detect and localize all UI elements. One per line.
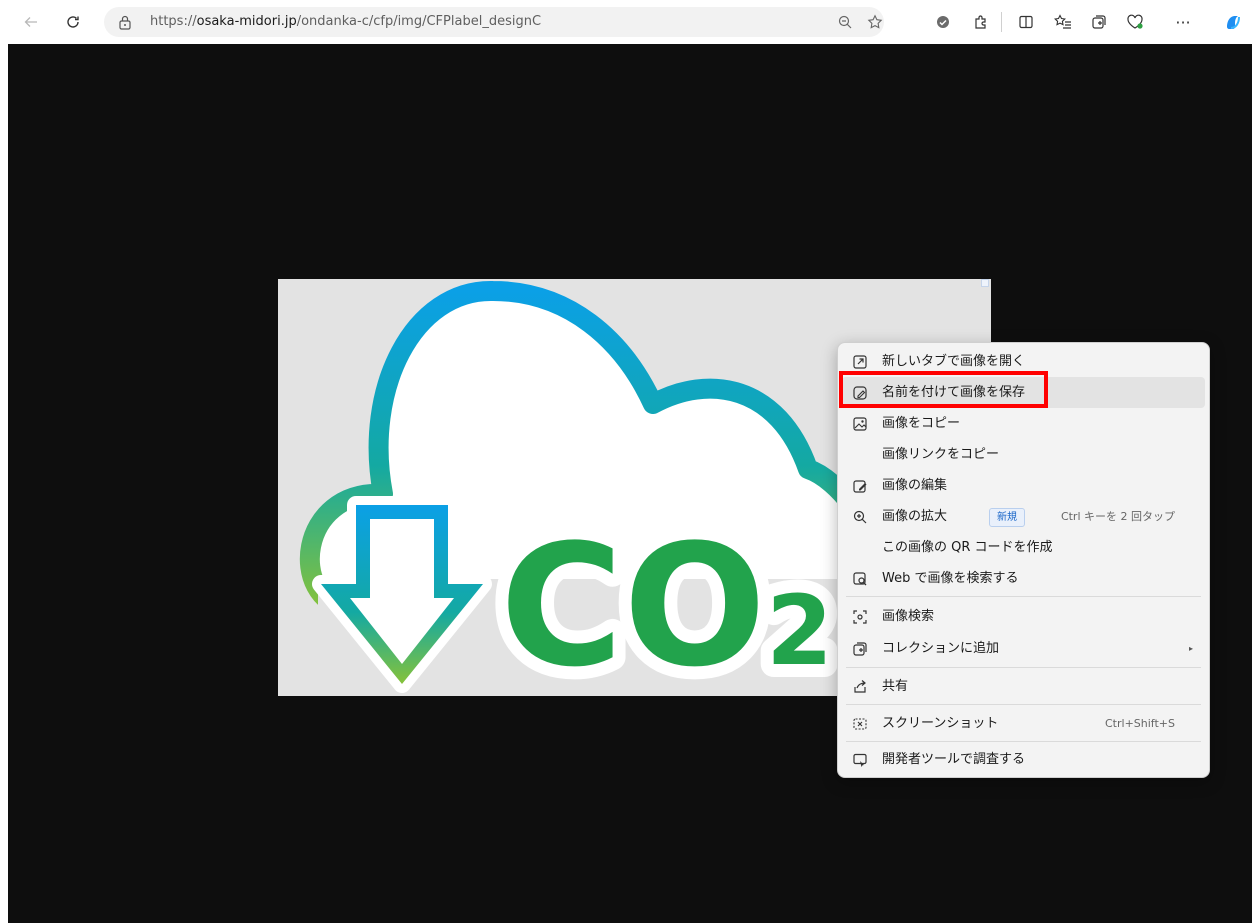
menu-search-web-for-image[interactable]: Web で画像を検索する bbox=[842, 563, 1205, 594]
menu-item-label: 画像検索 bbox=[882, 609, 935, 624]
more-dots-icon: ··· bbox=[1175, 12, 1191, 32]
settings-and-more-button[interactable]: ··· bbox=[1168, 8, 1198, 36]
menu-item-label: 開発者ツールで調査する bbox=[882, 752, 1026, 767]
image-search-icon bbox=[851, 608, 868, 625]
new-tab-icon bbox=[851, 353, 868, 370]
tracking-shield-icon bbox=[937, 16, 949, 28]
menu-copy-image-link[interactable]: 画像リンクをコピー bbox=[842, 439, 1205, 470]
menu-item-label: コレクションに追加 bbox=[882, 641, 1000, 656]
submenu-arrow-icon: ▸ bbox=[1188, 644, 1193, 653]
menu-item-label: 名前を付けて画像を保存 bbox=[882, 385, 1026, 400]
refresh-button[interactable] bbox=[58, 8, 88, 36]
refresh-icon bbox=[67, 16, 79, 28]
new-badge: 新規 bbox=[989, 508, 1025, 527]
menu-item-label: 画像の編集 bbox=[882, 478, 948, 493]
screenshot-icon bbox=[851, 715, 868, 732]
menu-separator bbox=[846, 741, 1201, 742]
browser-toolbar: https://osaka-midori.jp/ondanka-c/cfp/im… bbox=[0, 0, 1252, 44]
image-corner-marker bbox=[981, 279, 989, 287]
back-arrow-icon bbox=[24, 17, 37, 27]
zoom-out-icon bbox=[838, 15, 852, 29]
zoom-in-icon bbox=[851, 508, 868, 525]
extensions-icon bbox=[975, 15, 986, 29]
menu-share[interactable]: 共有 bbox=[842, 671, 1205, 702]
menu-item-label: この画像の QR コードを作成 bbox=[882, 540, 1053, 555]
menu-item-label: Web で画像を検索する bbox=[882, 571, 1019, 586]
copilot-button[interactable] bbox=[1218, 8, 1248, 36]
menu-item-label: スクリーンショット bbox=[882, 716, 999, 731]
collections-icon bbox=[851, 640, 868, 657]
menu-item-shortcut: Ctrl+Shift+S bbox=[1105, 717, 1175, 730]
split-screen-button[interactable] bbox=[1011, 8, 1041, 36]
favorite-star-icon bbox=[867, 14, 883, 29]
edit-image-icon bbox=[851, 477, 868, 494]
menu-item-label: 新しいタブで画像を開く bbox=[882, 354, 1026, 369]
share-icon bbox=[851, 678, 868, 695]
menu-edit-image[interactable]: 画像の編集 bbox=[842, 470, 1205, 501]
menu-separator bbox=[846, 704, 1201, 705]
collections-button[interactable] bbox=[1084, 8, 1114, 36]
tracking-prevention-button[interactable] bbox=[928, 8, 958, 36]
save-image-icon bbox=[851, 384, 868, 401]
zoom-out-button[interactable] bbox=[832, 10, 858, 34]
menu-image-search[interactable]: 画像検索 bbox=[842, 601, 1205, 632]
url-path: /ondanka-c/cfp/img/CFPlabel_designC bbox=[296, 14, 542, 29]
url-prefix: https:// bbox=[150, 14, 197, 29]
menu-open-image-in-new-tab[interactable]: 新しいタブで画像を開く bbox=[842, 346, 1205, 377]
favorite-button[interactable] bbox=[862, 10, 888, 34]
menu-create-qr-code[interactable]: この画像の QR コードを作成 bbox=[842, 532, 1205, 563]
menu-item-label: 画像の拡大 bbox=[882, 509, 948, 524]
url-text[interactable]: https://osaka-midori.jp/ondanka-c/cfp/im… bbox=[150, 7, 541, 37]
address-bar[interactable]: https://osaka-midori.jp/ondanka-c/cfp/im… bbox=[104, 7, 884, 37]
menu-item-shortcut: Ctrl キーを 2 回タップ bbox=[1060, 510, 1175, 523]
visual-search-icon bbox=[851, 570, 868, 587]
image-context-menu: 新しいタブで画像を開く 名前を付けて画像を保存 画像をコピー 画像リンクをコピー… bbox=[837, 342, 1210, 778]
menu-screenshot[interactable]: スクリーンショット Ctrl+Shift+S bbox=[842, 708, 1205, 739]
url-host: osaka-midori.jp bbox=[196, 14, 297, 29]
devtools-icon bbox=[851, 751, 868, 768]
menu-zoom-image[interactable]: 画像の拡大 新規 Ctrl キーを 2 回タップ bbox=[842, 501, 1205, 532]
copilot-icon bbox=[1227, 16, 1240, 29]
menu-item-label: 共有 bbox=[882, 679, 909, 694]
browser-essentials-icon bbox=[1127, 14, 1143, 29]
copy-image-icon bbox=[851, 415, 868, 432]
menu-separator bbox=[846, 667, 1201, 668]
collections-icon bbox=[1092, 15, 1106, 29]
toolbar-divider bbox=[1001, 12, 1002, 32]
menu-add-to-collections[interactable]: コレクションに追加 ▸ bbox=[842, 633, 1205, 664]
menu-separator bbox=[846, 596, 1201, 597]
extensions-button[interactable] bbox=[966, 8, 996, 36]
back-button[interactable] bbox=[16, 8, 46, 36]
menu-save-image-as[interactable]: 名前を付けて画像を保存 bbox=[842, 377, 1205, 408]
menu-inspect-devtools[interactable]: 開発者ツールで調査する bbox=[842, 744, 1205, 775]
browser-essentials-button[interactable] bbox=[1120, 8, 1150, 36]
favorites-list-icon bbox=[1054, 14, 1071, 29]
menu-copy-image[interactable]: 画像をコピー bbox=[842, 408, 1205, 439]
menu-item-label: 画像をコピー bbox=[882, 416, 961, 431]
lock-icon[interactable] bbox=[118, 14, 132, 30]
favorites-button[interactable] bbox=[1048, 8, 1078, 36]
menu-item-label: 画像リンクをコピー bbox=[882, 447, 1000, 462]
split-screen-icon bbox=[1019, 15, 1033, 29]
